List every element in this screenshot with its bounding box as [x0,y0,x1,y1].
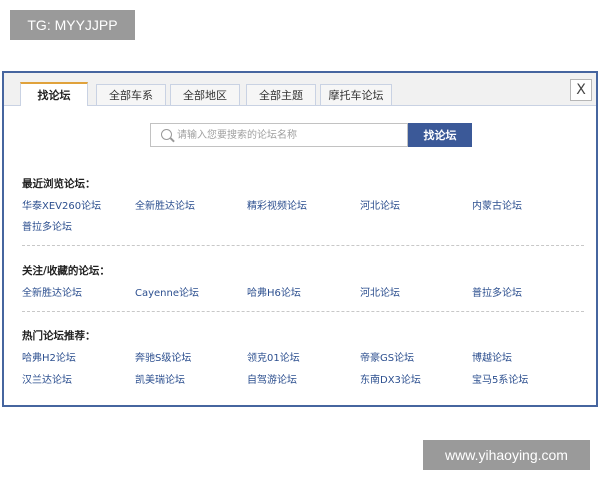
tab-bar: 找论坛 全部车系 全部地区 全部主题 摩托车论坛 X [4,73,596,106]
forum-link[interactable]: 河北论坛 [360,284,400,299]
search-bar: 找论坛 [150,123,472,147]
tab-all-series[interactable]: 全部车系 [96,84,166,105]
forum-link[interactable]: 精彩视频论坛 [247,197,307,212]
forum-link[interactable]: 普拉多论坛 [472,284,522,299]
tab-find-forum[interactable]: 找论坛 [20,82,88,106]
recent-forums-title: 最近浏览论坛： [22,178,96,190]
forum-link[interactable]: 帝豪GS论坛 [360,349,414,364]
section-divider [22,311,584,312]
forum-link[interactable]: 凯美瑞论坛 [135,371,185,386]
watermark-bottom: www.yihaoying.com [423,440,590,470]
forum-link[interactable]: 哈弗H2论坛 [22,349,76,364]
forum-link[interactable]: 领克01论坛 [247,349,300,364]
tab-motorcycle-forum[interactable]: 摩托车论坛 [320,84,392,105]
tab-all-topics[interactable]: 全部主题 [246,84,316,105]
close-button[interactable]: X [570,79,592,101]
forum-link[interactable]: 博越论坛 [472,349,512,364]
forum-link[interactable]: 全新胜达论坛 [22,284,82,299]
forum-finder-dialog: 找论坛 全部车系 全部地区 全部主题 摩托车论坛 X 找论坛 最近浏览论坛： 华… [2,71,598,407]
watermark-top: TG: MYYJJPP [10,10,135,40]
forum-link[interactable]: 奔驰S级论坛 [135,349,191,364]
section-divider [22,245,584,246]
forum-link[interactable]: Cayenne论坛 [135,284,199,299]
forum-link[interactable]: 河北论坛 [360,197,400,212]
forum-link[interactable]: 哈弗H6论坛 [247,284,301,299]
forum-link[interactable]: 普拉多论坛 [22,218,72,233]
search-field[interactable] [150,123,408,147]
forum-link[interactable]: 内蒙古论坛 [472,197,522,212]
search-input[interactable] [177,126,402,144]
forum-link[interactable]: 宝马5系论坛 [472,371,528,386]
hot-forums-title: 热门论坛推荐： [22,330,96,342]
forum-link[interactable]: 自驾游论坛 [247,371,297,386]
search-button[interactable]: 找论坛 [408,123,472,147]
forum-link[interactable]: 全新胜达论坛 [135,197,195,212]
search-icon [161,129,172,140]
followed-forums-title: 关注/收藏的论坛： [22,265,110,277]
tab-all-regions[interactable]: 全部地区 [170,84,240,105]
forum-link[interactable]: 汉兰达论坛 [22,371,72,386]
forum-link[interactable]: 华泰XEV260论坛 [22,197,101,212]
forum-link[interactable]: 东南DX3论坛 [360,371,421,386]
